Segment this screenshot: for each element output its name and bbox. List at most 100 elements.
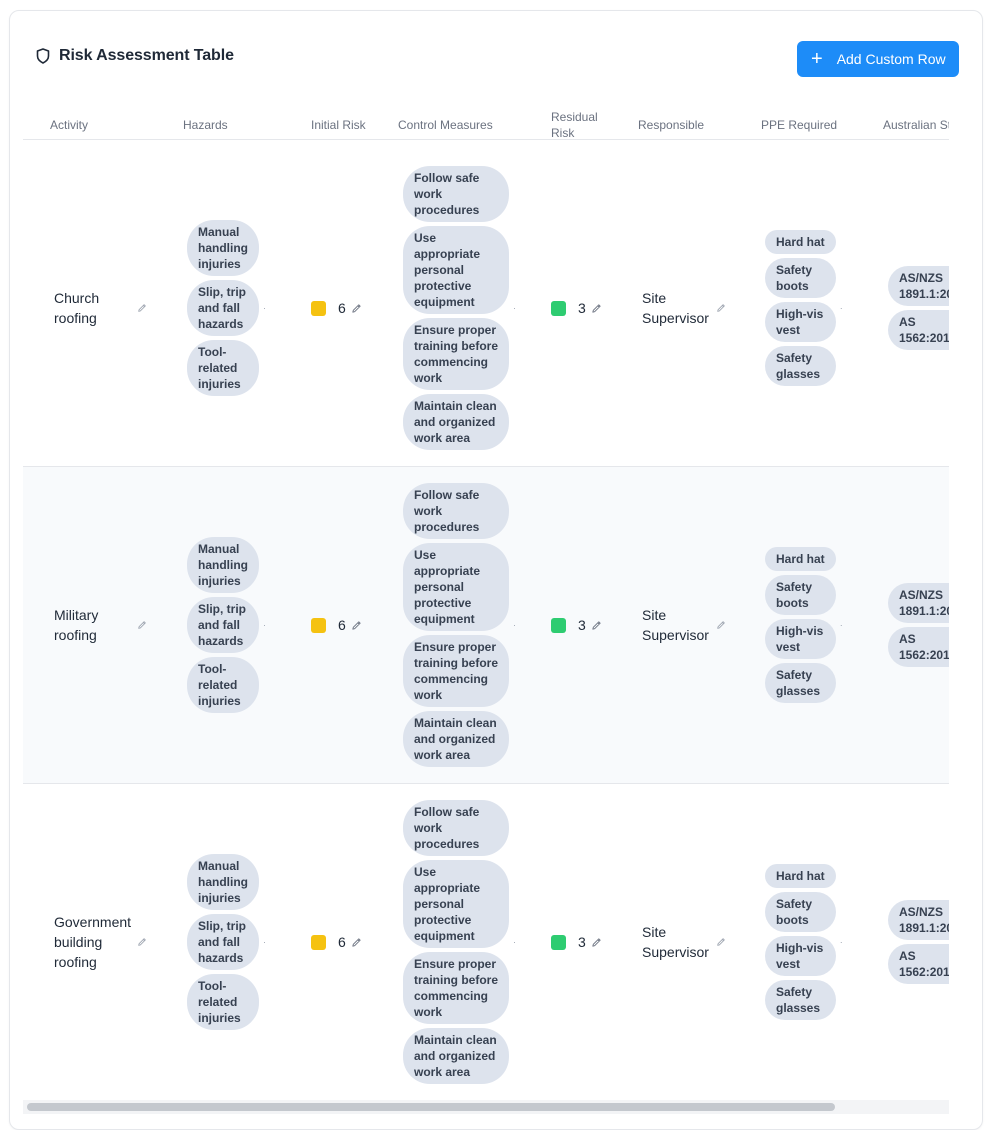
control-measure-tag: Use appropriate personal protective equipmen… [403, 860, 510, 948]
hazard-tag-text: and fall [198, 618, 241, 632]
activity-cell[interactable]: Government building roofing [54, 784, 149, 1100]
hazard-tag: Slip, trip and fall hazards [187, 280, 259, 336]
hazard-tag: Tool-related injuries [187, 340, 259, 396]
horizontal-scrollbar[interactable] [23, 1100, 949, 1114]
activity-line: Military [54, 607, 99, 623]
control-measure-tag-text: work area [414, 431, 471, 445]
initial-risk-value: 6 [338, 617, 346, 633]
column-header-activity[interactable]: Activity [50, 117, 88, 133]
hazards-cell[interactable]: Manual handling injuries Slip, trip and fall… [187, 784, 266, 1100]
activity-cell[interactable]: Church roofing [54, 150, 149, 466]
column-header-residual-risk[interactable]: Residual Risk [551, 109, 598, 141]
control-measure-tag: Ensure proper training before commencing wo… [403, 318, 510, 390]
ppe-tag-text: Hard hat [776, 235, 825, 249]
responsible-cell[interactable]: Site Supervisor [642, 784, 727, 1100]
control-measures-cell[interactable]: Follow safe work procedures Use appropriate p… [403, 784, 516, 1100]
hazard-tag-text: handling [198, 241, 248, 255]
responsible-cell[interactable]: Site Supervisor [642, 467, 727, 783]
hazard-tag: Slip, trip and fall hazards [187, 914, 259, 970]
add-custom-row-button[interactable]: + Add Custom Row [797, 41, 959, 77]
edit-residual-risk-icon[interactable] [591, 620, 602, 631]
initial-risk-cell[interactable]: 6 [311, 784, 362, 1100]
control-measures-cell[interactable]: Follow safe work procedures Use appropriate p… [403, 467, 516, 783]
initial-risk-value: 6 [338, 300, 346, 316]
standards-cell[interactable]: AS/NZS 1891.1:200 AS 1562:2018 [888, 467, 949, 783]
hazards-list: Manual handling injuries Slip, trip and fall… [187, 220, 259, 396]
ppe-cell[interactable]: Hard hat Safety boots High-vis vest Safety gla… [765, 150, 843, 466]
hazard-tag-text: Slip, trip [198, 285, 246, 299]
edit-responsible-icon[interactable] [716, 150, 726, 466]
ppe-tag-text: boots [776, 279, 809, 293]
edit-activity-icon[interactable] [137, 467, 147, 783]
edit-responsible-icon[interactable] [716, 784, 726, 1100]
hazard-tag-text: and fall [198, 301, 241, 315]
edit-initial-risk-icon[interactable] [351, 303, 362, 314]
control-measure-tag-text: commencing [414, 989, 489, 1003]
column-header-australian-standards[interactable]: Australian Sta [883, 117, 949, 133]
hazards-cell[interactable]: Manual handling injuries Slip, trip and fall… [187, 467, 266, 783]
residual-risk-cell[interactable]: 3 [551, 467, 602, 783]
control-measure-tag: Ensure proper training before commencing wo… [403, 635, 510, 707]
hazard-tag-text: hazards [198, 951, 244, 965]
responsible-line: Supervisor [642, 310, 709, 326]
edit-residual-risk-icon[interactable] [591, 937, 602, 948]
activity-cell[interactable]: Military roofing [54, 467, 149, 783]
column-header-initial-risk[interactable]: Initial Risk [311, 117, 366, 133]
activity-name: Government building roofing [54, 912, 131, 972]
standard-tag-text: AS/NZS [899, 905, 944, 919]
residual-risk-cell[interactable]: 3 [551, 150, 602, 466]
initial-risk-cell[interactable]: 6 [311, 150, 362, 466]
ppe-cell[interactable]: Hard hat Safety boots High-vis vest Safety gla… [765, 467, 843, 783]
ppe-tag: Safety boots [765, 258, 836, 298]
column-header-hazards[interactable]: Hazards [183, 117, 228, 133]
scrollbar-thumb[interactable] [27, 1103, 835, 1111]
hazards-cell[interactable]: Manual handling injuries Slip, trip and fall… [187, 150, 266, 466]
initial-risk-cell[interactable]: 6 [311, 467, 362, 783]
hazard-tag: Tool-related injuries [187, 657, 259, 713]
card-header: Risk Assessment Table + Add Custom Row [10, 11, 982, 101]
edit-activity-icon[interactable] [137, 784, 147, 1100]
table-row: Government building roofing Manual handling i… [23, 784, 949, 1101]
control-measure-tag-text: appropriate [414, 564, 481, 578]
responsible-name: Site Supervisor [642, 922, 709, 962]
ppe-cell[interactable]: Hard hat Safety boots High-vis vest Safety gla… [765, 784, 843, 1100]
standards-cell[interactable]: AS/NZS 1891.1:200 AS 1562:2018 [888, 784, 949, 1100]
ppe-tag: Hard hat [765, 547, 836, 571]
edit-residual-risk-icon[interactable] [591, 303, 602, 314]
column-header-control-measures[interactable]: Control Measures [398, 117, 493, 133]
hazard-tag: Manual handling injuries [187, 854, 259, 910]
table-header: Activity Hazards Initial Risk Control Me… [23, 90, 949, 140]
responsible-cell[interactable]: Site Supervisor [642, 150, 727, 466]
standard-tag: AS/NZS 1891.1:200 [888, 900, 949, 940]
hazard-tag-text: injuries [198, 377, 241, 391]
control-measures-cell[interactable]: Follow safe work procedures Use appropriate p… [403, 150, 516, 466]
shield-icon [36, 48, 50, 64]
standard-tag: AS 1562:2018 [888, 627, 949, 667]
activity-line: Government [54, 914, 132, 930]
ppe-tag-text: Safety [776, 897, 813, 911]
ppe-tag-text: Safety [776, 263, 813, 277]
responsible-line: Site [642, 607, 667, 623]
column-header-ppe-required[interactable]: PPE Required [761, 117, 837, 133]
ppe-tag: Safety glasses [765, 663, 836, 703]
control-measure-tag: Maintain clean and organized work area [403, 1028, 510, 1084]
hazard-tag-text: Manual [198, 225, 240, 239]
edit-initial-risk-icon[interactable] [351, 937, 362, 948]
residual-risk-cell[interactable]: 3 [551, 784, 602, 1100]
responsible-line: Site [642, 290, 667, 306]
edit-responsible-icon[interactable] [716, 467, 726, 783]
control-measure-tag-text: Ensure proper [414, 957, 497, 971]
ppe-tag-text: Hard hat [776, 552, 825, 566]
control-measure-tag-text: work [414, 504, 443, 518]
ppe-tag-text: High-vis [776, 624, 824, 638]
control-measures-list: Follow safe work procedures Use appropriate p… [403, 483, 510, 767]
standards-cell[interactable]: AS/NZS 1891.1:200 AS 1562:2018 [888, 150, 949, 466]
column-header-responsible[interactable]: Responsible [638, 117, 704, 133]
activity-name: Church roofing [54, 288, 99, 328]
ppe-tag-text: boots [776, 596, 809, 610]
edit-initial-risk-icon[interactable] [351, 620, 362, 631]
control-measure-tag-text: Ensure proper [414, 640, 497, 654]
edit-activity-icon[interactable] [137, 150, 147, 466]
activity-line: Church [54, 290, 100, 306]
controls-more-dot: · [513, 937, 517, 947]
